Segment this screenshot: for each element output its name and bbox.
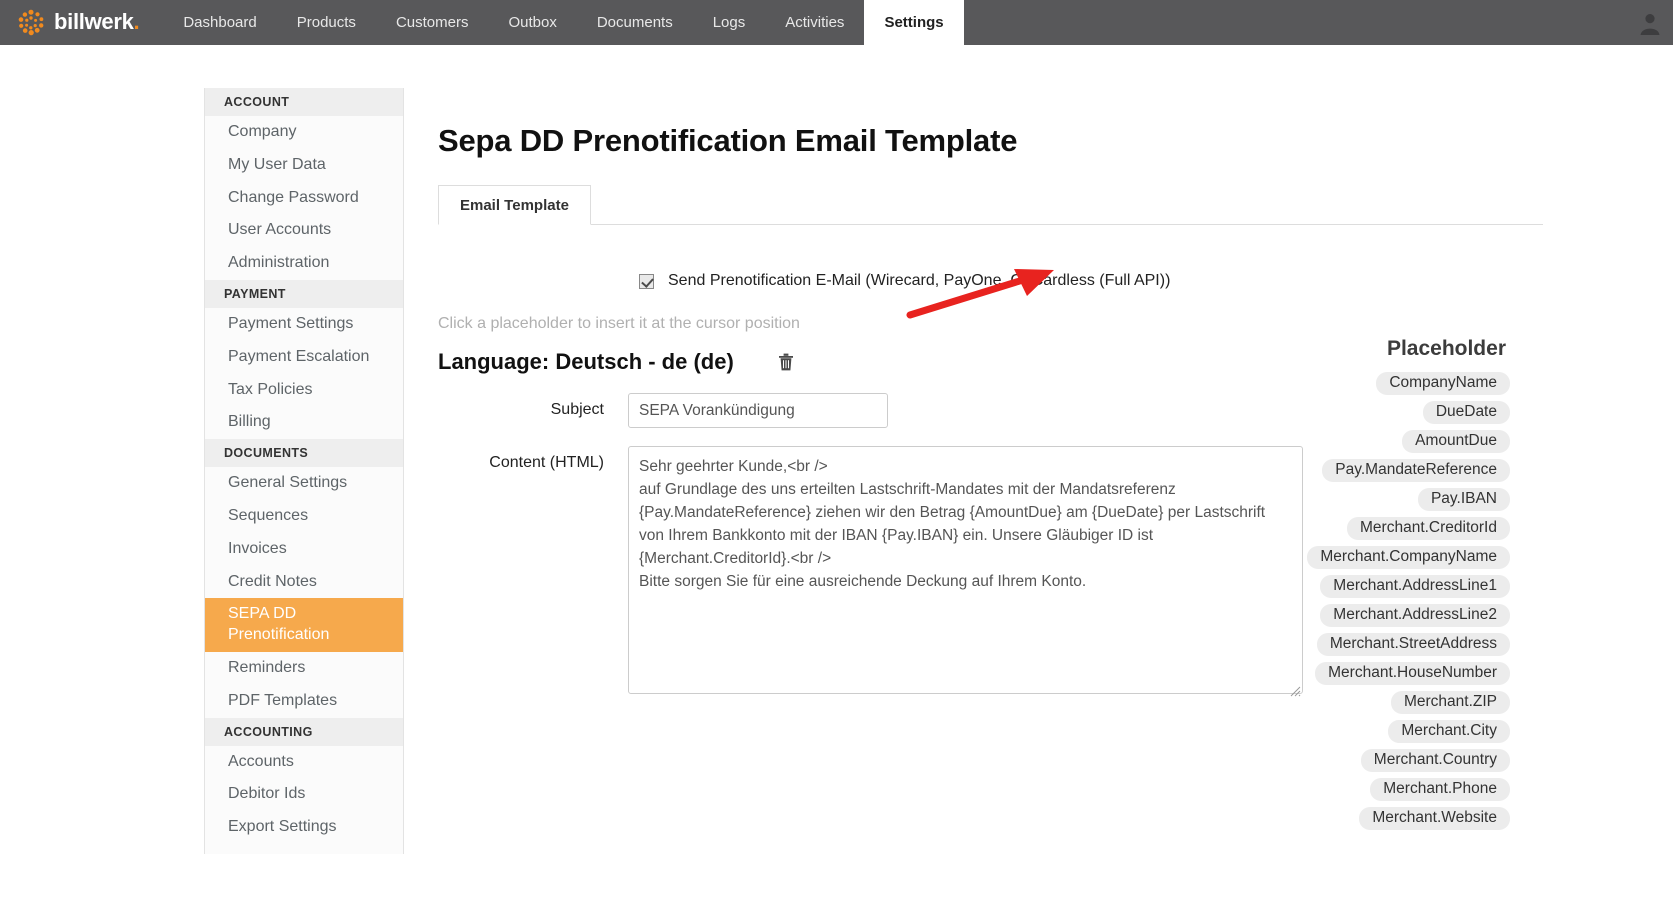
sidebar-item-general-settings[interactable]: General Settings bbox=[205, 467, 403, 500]
sidebar-item-user-accounts[interactable]: User Accounts bbox=[205, 214, 403, 247]
sidebar-item-billing[interactable]: Billing bbox=[205, 406, 403, 439]
placeholder-hint: Click a placeholder to insert it at the … bbox=[438, 315, 800, 332]
placeholder-pill[interactable]: Merchant.CreditorId bbox=[1347, 517, 1510, 540]
nav-item-documents[interactable]: Documents bbox=[577, 0, 693, 45]
sidebar-group-accounting: ACCOUNTING bbox=[205, 717, 403, 746]
sidebar-item-sequences[interactable]: Sequences bbox=[205, 500, 403, 533]
sidebar-item-reminders[interactable]: Reminders bbox=[205, 652, 403, 685]
brand-logo-text: billwerk. bbox=[54, 8, 140, 34]
sidebar-item-pdf-templates[interactable]: PDF Templates bbox=[205, 685, 403, 718]
annotation-arrow bbox=[906, 269, 1054, 319]
top-navigation-bar: billwerk. Dashboard Products Customers Outb… bbox=[0, 0, 1673, 45]
placeholder-pill[interactable]: Merchant.AddressLine1 bbox=[1320, 575, 1510, 598]
placeholder-pill[interactable]: Merchant.HouseNumber bbox=[1315, 662, 1510, 685]
sidebar-group-payment: PAYMENT bbox=[205, 279, 403, 308]
send-prenotification-row: Send Prenotification E-Mail (Wirecard, P… bbox=[639, 272, 1673, 290]
sidebar-group-documents: DOCUMENTS bbox=[205, 439, 403, 468]
sidebar-item-change-password[interactable]: Change Password bbox=[205, 182, 403, 215]
tab-email-template[interactable]: Email Template bbox=[438, 185, 591, 225]
page-title: Sepa DD Prenotification Email Template bbox=[438, 123, 1018, 158]
send-prenotification-label: Send Prenotification E-Mail (Wirecard, P… bbox=[668, 272, 1171, 289]
placeholder-panel: Placeholder CompanyName DueDate AmountDue P… bbox=[1280, 337, 1510, 830]
sidebar-item-payment-escalation[interactable]: Payment Escalation bbox=[205, 341, 403, 374]
nav-item-products[interactable]: Products bbox=[277, 0, 376, 45]
tab-bar: Email Template bbox=[438, 185, 1543, 225]
billwerk-logo-icon bbox=[18, 9, 44, 35]
sidebar-item-administration[interactable]: Administration bbox=[205, 247, 403, 280]
placeholder-pill[interactable]: Merchant.Country bbox=[1360, 749, 1510, 772]
trash-icon[interactable] bbox=[778, 353, 794, 371]
sidebar-item-invoices[interactable]: Invoices bbox=[205, 533, 403, 566]
sidebar-item-credit-notes[interactable]: Credit Notes bbox=[205, 566, 403, 599]
settings-sidebar: ACCOUNT Company My User Data Change Passwor… bbox=[204, 88, 404, 854]
sidebar-item-accounts[interactable]: Accounts bbox=[205, 746, 403, 779]
content-wrapper bbox=[628, 446, 1303, 699]
placeholder-pill[interactable]: DueDate bbox=[1422, 401, 1510, 424]
sidebar-item-sepa-dd-prenotification[interactable]: SEPA DD Prenotification bbox=[205, 598, 403, 652]
nav-item-activities[interactable]: Activities bbox=[765, 0, 864, 45]
sidebar-item-export-settings[interactable]: Export Settings bbox=[205, 811, 403, 844]
sidebar-item-my-user-data[interactable]: My User Data bbox=[205, 149, 403, 182]
sidebar-item-tax-policies[interactable]: Tax Policies bbox=[205, 374, 403, 407]
placeholder-pill[interactable]: CompanyName bbox=[1376, 372, 1510, 395]
placeholder-pill[interactable]: Merchant.ZIP bbox=[1390, 691, 1510, 714]
placeholder-pill[interactable]: Merchant.Website bbox=[1359, 807, 1510, 830]
nav-item-settings[interactable]: Settings bbox=[864, 0, 964, 45]
placeholder-pill[interactable]: Merchant.CompanyName bbox=[1307, 546, 1510, 569]
primary-nav: Dashboard Products Customers Outbox Document… bbox=[163, 0, 964, 45]
nav-item-logs[interactable]: Logs bbox=[693, 0, 766, 45]
placeholder-pill[interactable]: Pay.MandateReference bbox=[1322, 459, 1510, 482]
sidebar-item-debitor-ids[interactable]: Debitor Ids bbox=[205, 778, 403, 811]
placeholder-panel-title: Placeholder bbox=[1386, 337, 1506, 360]
sidebar-item-company[interactable]: Company bbox=[205, 116, 403, 149]
content-html-textarea[interactable] bbox=[628, 446, 1303, 694]
left-gutter bbox=[0, 45, 204, 854]
language-heading: Language: Deutsch - de (de) bbox=[438, 349, 734, 374]
brand-logo[interactable]: billwerk. bbox=[0, 0, 153, 45]
placeholder-list: CompanyName DueDate AmountDue Pay.MandateRe… bbox=[1280, 372, 1510, 830]
placeholder-pill[interactable]: Merchant.StreetAddress bbox=[1316, 633, 1510, 656]
send-prenotification-checkbox[interactable] bbox=[639, 273, 654, 289]
subject-input[interactable] bbox=[628, 393, 888, 428]
placeholder-pill[interactable]: Merchant.City bbox=[1388, 720, 1510, 743]
nav-item-outbox[interactable]: Outbox bbox=[488, 0, 576, 45]
placeholder-pill[interactable]: Merchant.AddressLine2 bbox=[1320, 604, 1510, 627]
sidebar-item-payment-settings[interactable]: Payment Settings bbox=[205, 308, 403, 341]
nav-item-customers[interactable]: Customers bbox=[376, 0, 489, 45]
placeholder-pill[interactable]: Merchant.Phone bbox=[1370, 778, 1510, 801]
sidebar-group-account: ACCOUNT bbox=[205, 88, 403, 116]
placeholder-pill[interactable]: Pay.IBAN bbox=[1417, 488, 1510, 511]
content-label: Content (HTML) bbox=[489, 454, 604, 471]
nav-item-dashboard[interactable]: Dashboard bbox=[163, 0, 276, 45]
placeholder-pill[interactable]: AmountDue bbox=[1402, 430, 1510, 453]
subject-label: Subject bbox=[550, 401, 604, 418]
user-avatar-icon[interactable] bbox=[1637, 10, 1663, 36]
